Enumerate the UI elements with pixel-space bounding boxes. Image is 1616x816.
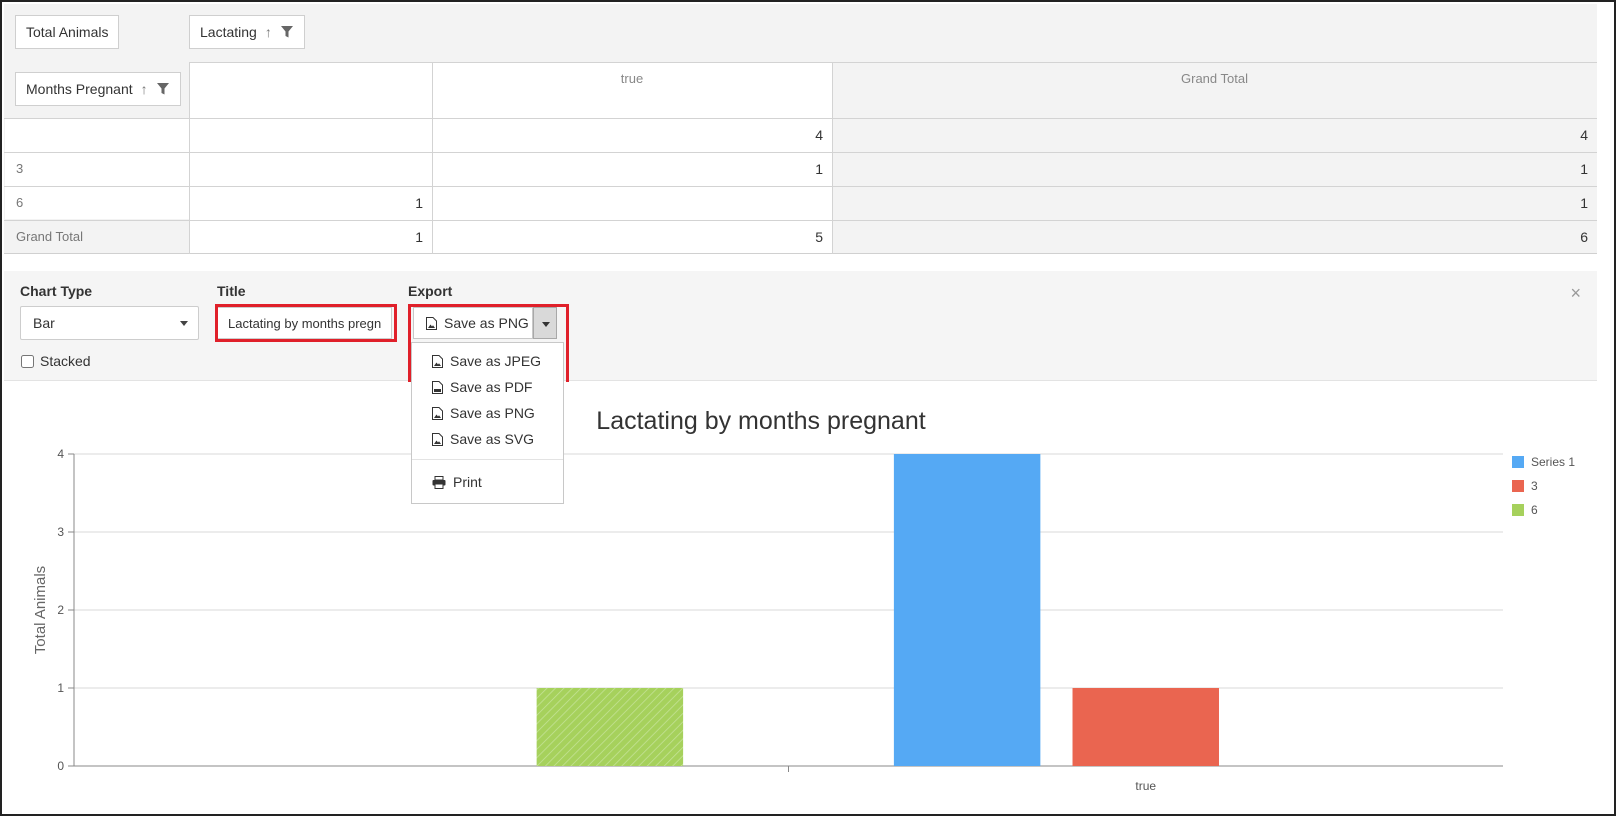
row-field-button[interactable]: Months Pregnant ↑ [15,72,181,106]
table-cell: 5 [815,229,823,245]
chart-title: Lactating by months pregnant [596,407,925,435]
y-axis-label: Total Animals [32,566,49,654]
pdf-file-icon [432,380,443,394]
menu-item-label: Save as PNG [450,405,535,421]
legend-label: 6 [1531,503,1538,517]
stacked-checkbox[interactable] [21,354,34,368]
menu-item-save-png[interactable]: Save as PNG [432,405,535,421]
y-tick-label: 3 [57,525,64,539]
bar-series-1 [893,454,1041,766]
sort-arrow-icon[interactable]: ↑ [141,81,148,97]
legend-swatch [1512,504,1524,516]
export-dropdown-toggle[interactable] [533,307,557,339]
menu-divider [412,459,563,460]
menu-item-label: Save as PDF [450,379,533,395]
menu-item-print[interactable]: Print [432,474,482,490]
chart-config-panel: Chart Type Bar Title Export Save as PNG … [4,271,1597,776]
row-label-cells [5,118,189,219]
chart-type-select[interactable]: Bar [20,306,199,340]
pivot-table: Total Animals Lactating ↑ Months Pregnan… [4,4,1597,254]
column-field-label: Lactating [200,24,257,40]
export-dropdown-menu: Save as JPEG Save as PDF Save as PNG Sav… [411,342,564,504]
export-label: Export [408,283,453,299]
legend-swatch [1512,480,1524,492]
table-cell: 1 [815,161,823,177]
menu-item-save-jpeg[interactable]: Save as JPEG [432,353,541,369]
y-tick-label: 4 [57,447,64,461]
menu-item-label: Save as SVG [450,431,535,447]
row-field-label: Months Pregnant [26,81,133,97]
col-header-true: true [620,71,644,86]
col-blank-cells [189,62,432,253]
col-true-cells [432,62,832,253]
stacked-option[interactable]: Stacked [21,353,91,369]
table-cell: 6 [1580,229,1588,245]
app-frame: Total Animals Lactating ↑ Months Pregnan… [0,0,1616,816]
title-label: Title [217,283,246,299]
table-cell: 4 [815,127,823,143]
value-field-label: Total Animals [26,24,109,40]
chart-type-label: Chart Type [20,283,93,299]
legend-label: Series 1 [1531,455,1575,469]
filter-icon[interactable] [156,82,170,96]
menu-item-save-pdf[interactable]: Save as PDF [432,379,532,395]
bar-chart: Lactating by months pregnant 0 1 2 3 4 Total A… [4,382,1597,812]
column-field-button[interactable]: Lactating ↑ [189,15,305,49]
image-file-icon [432,432,443,446]
chevron-down-icon [542,322,550,327]
filter-icon[interactable] [280,25,294,39]
row-label-grand-total: Grand Total [16,229,83,244]
table-cell: 1 [1580,195,1588,211]
menu-item-label: Save as JPEG [450,353,542,369]
legend-swatch [1512,456,1524,468]
row-label: 6 [16,195,24,210]
table-cell: 4 [1580,127,1588,143]
value-field-button[interactable]: Total Animals [15,15,120,49]
bar-3 [1072,688,1219,766]
menu-item-label: Print [453,474,482,490]
chevron-down-icon [180,321,188,326]
export-button-label: Save as PNG [444,315,529,331]
image-file-icon [432,354,443,368]
table-cell: 1 [1580,161,1588,177]
chart-canvas: Lactating by months pregnant 0 1 2 3 4 Total A… [32,407,1575,793]
table-cell: 1 [415,195,423,211]
y-tick-label: 0 [57,759,64,773]
row-label: 3 [16,161,24,176]
legend-label: 3 [1531,479,1538,493]
stacked-label: Stacked [40,353,91,369]
y-tick-label: 2 [57,603,64,617]
image-file-icon [426,316,437,330]
table-cell: 1 [415,229,423,245]
export-button[interactable]: Save as PNG [413,307,533,339]
bar-6 [536,688,684,766]
title-input[interactable] [217,307,392,339]
close-icon[interactable]: × [1570,283,1581,304]
chart-type-value: Bar [33,315,55,331]
x-tick-label: true [1135,779,1156,793]
col-header-grand-total: Grand Total [1181,71,1248,86]
image-file-icon [432,406,443,420]
y-tick-label: 1 [57,681,64,695]
sort-arrow-icon[interactable]: ↑ [265,24,272,40]
printer-icon [432,475,446,489]
menu-item-save-svg[interactable]: Save as SVG [432,431,534,447]
